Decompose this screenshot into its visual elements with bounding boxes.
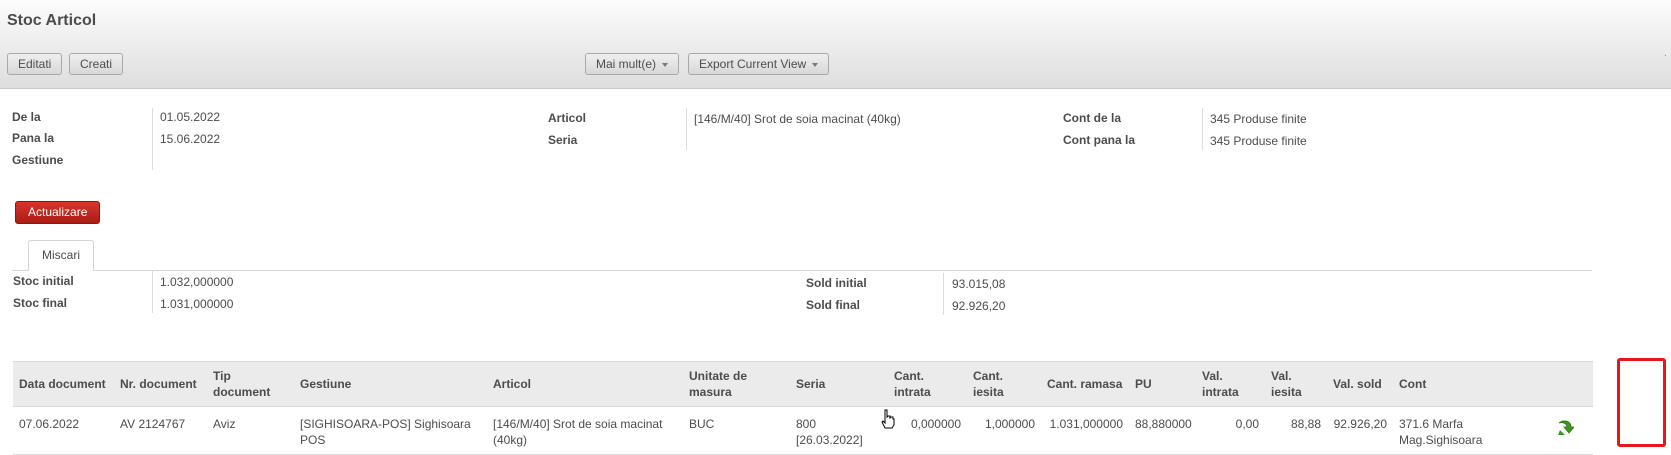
control-panel: Stoc Articol Editati Creati Mai mult(e) … — [0, 0, 1671, 89]
column-header[interactable]: Val. sold — [1327, 361, 1393, 407]
article-field[interactable]: [146/M/40] Srot de soia macinat (40kg) — [694, 112, 901, 126]
caret-down-icon — [812, 62, 819, 67]
page-title: Stoc Articol — [7, 12, 97, 29]
final-balance-label: Sold final — [806, 298, 860, 312]
cell-unit-price: 88,880000 — [1129, 406, 1196, 455]
cell-warehouse: [SIGHISOARA-POS] Sighisoara POS — [294, 406, 487, 455]
column-header[interactable]: Cont — [1393, 361, 1525, 407]
more-dropdown-button[interactable]: Mai mult(e) — [585, 53, 680, 75]
warehouse-label: Gestiune — [12, 153, 64, 167]
caret-down-icon — [662, 62, 669, 67]
table-row[interactable]: 07.06.2022 AV 2124767 Aviz [SIGHISOARA-P… — [13, 406, 1593, 455]
export-label: Export Current View — [699, 57, 807, 71]
initial-balance-value: 93.015,08 — [952, 277, 1006, 291]
column-header — [1525, 361, 1593, 407]
cell-qty-remaining: 1.031,000000 — [1041, 406, 1129, 455]
field-divider — [152, 271, 153, 313]
table-header-row: Data document Nr. document Tip document … — [13, 361, 1593, 407]
field-divider — [1202, 108, 1203, 150]
column-header[interactable]: Cant. ramasa — [1041, 361, 1129, 407]
warehouse-field[interactable] — [160, 153, 280, 167]
column-header[interactable]: Data document — [13, 361, 114, 407]
separator-dot: . — [1664, 48, 1667, 59]
account-from-label: Cont de la — [1063, 111, 1122, 125]
cell-article: [146/M/40] Srot de soia macinat (40kg) — [487, 406, 683, 455]
account-to-field[interactable]: 345 Produse finite — [1210, 134, 1307, 148]
cell-account: 371.6 Marfa Mag.Sighisoara — [1393, 406, 1525, 455]
final-balance-value: 92.926,20 — [952, 299, 1006, 313]
cell-date: 07.06.2022 — [13, 406, 114, 455]
green-arrow-open-icon-svg — [1558, 420, 1574, 435]
to-date-field[interactable]: 15.06.2022 — [160, 132, 220, 146]
cell-qty-in: 0,000000 — [888, 406, 967, 455]
initial-balance-label: Sold initial — [806, 276, 867, 290]
movements-table: Data document Nr. document Tip document … — [13, 361, 1593, 455]
column-header[interactable]: Nr. document — [114, 361, 207, 407]
cell-val-out: 88,88 — [1265, 406, 1327, 455]
final-stock-label: Stoc final — [13, 296, 68, 310]
more-label: Mai mult(e) — [596, 57, 657, 71]
column-header[interactable]: Cant. intrata — [888, 361, 967, 407]
cell-unit: BUC — [683, 406, 790, 455]
to-date-label: Pana la — [12, 131, 55, 145]
account-to-label: Cont pana la — [1063, 133, 1136, 147]
green-arrow-open-icon[interactable] — [1556, 420, 1574, 436]
field-divider — [152, 108, 153, 170]
hand-pointer-icon — [881, 409, 895, 432]
initial-stock-label: Stoc initial — [13, 274, 74, 288]
cell-doc-no: AV 2124767 — [114, 406, 207, 455]
account-from-field[interactable]: 345 Produse finite — [1210, 112, 1307, 126]
tab-bar-line — [12, 270, 1592, 271]
column-header[interactable]: Unitate de masura — [683, 361, 790, 407]
field-divider — [943, 273, 944, 315]
tab-miscari[interactable]: Miscari — [28, 240, 94, 271]
column-header[interactable]: Tip document — [207, 361, 294, 407]
final-stock-value: 1.031,000000 — [160, 297, 234, 311]
article-label: Articol — [548, 111, 587, 125]
column-header[interactable]: PU — [1129, 361, 1196, 407]
row-action-cell — [1525, 406, 1593, 455]
series-label: Seria — [548, 133, 578, 147]
cell-val-in: 0,00 — [1196, 406, 1265, 455]
from-date-label: De la — [12, 110, 41, 124]
column-header[interactable]: Gestiune — [294, 361, 487, 407]
column-header[interactable]: Val. intrata — [1196, 361, 1265, 407]
cell-val-balance: 92.926,20 — [1327, 406, 1393, 455]
highlight-box — [1617, 358, 1666, 447]
field-divider — [686, 108, 687, 150]
create-button[interactable]: Creati — [69, 53, 124, 75]
from-date-field[interactable]: 01.05.2022 — [160, 110, 220, 124]
edit-button[interactable]: Editati — [7, 53, 63, 75]
cell-series: 800 [26.03.2022] — [790, 406, 888, 455]
update-button[interactable]: Actualizare — [15, 201, 101, 224]
column-header[interactable]: Seria — [790, 361, 888, 407]
series-field[interactable] — [694, 133, 814, 147]
column-header[interactable]: Articol — [487, 361, 683, 407]
initial-stock-value: 1.032,000000 — [160, 275, 234, 289]
cell-doc-type: Aviz — [207, 406, 294, 455]
cell-qty-out: 1,000000 — [967, 406, 1041, 455]
column-header[interactable]: Val. iesita — [1265, 361, 1327, 407]
column-header[interactable]: Cant. iesita — [967, 361, 1041, 407]
export-current-view-button[interactable]: Export Current View — [688, 53, 830, 75]
